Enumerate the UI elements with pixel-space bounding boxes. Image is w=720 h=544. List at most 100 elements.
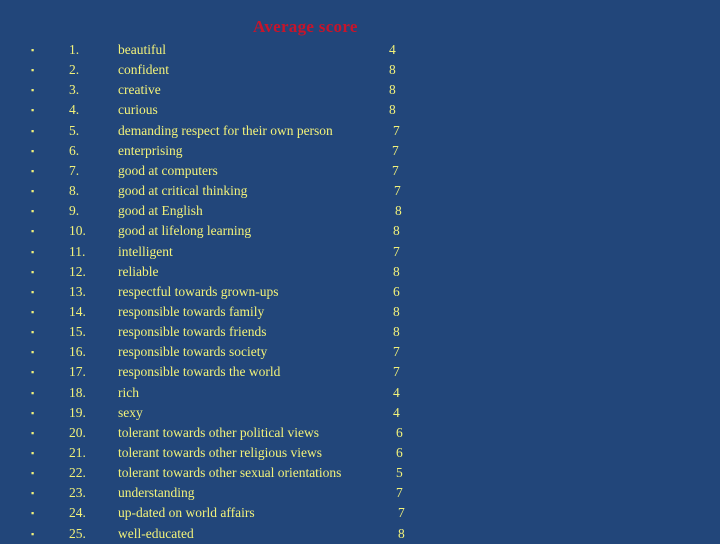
list-item: ▪ 18. rich 4: [0, 383, 720, 403]
item-label: responsible towards family: [118, 303, 265, 319]
item-score: 7: [393, 122, 400, 138]
item-number: 9.: [69, 203, 80, 219]
item-score: 6: [396, 445, 403, 460]
item-number: 1.: [69, 42, 80, 57]
item-score: 8: [389, 82, 396, 98]
bullet-icon: ▪: [31, 427, 35, 438]
item-score: 7: [394, 183, 401, 199]
item-score: 5: [396, 465, 403, 481]
list-item: ▪ 25. well-educated 8: [0, 524, 720, 544]
item-number: 3.: [69, 82, 80, 98]
item-label: responsible towards society: [118, 344, 268, 360]
item-label: creative: [118, 82, 161, 98]
list-item: ▪ 4. curious 8: [0, 100, 720, 120]
list-item: ▪ 14. responsible towards family 8: [0, 302, 720, 322]
bullet-icon: ▪: [31, 186, 35, 197]
list-item: ▪ 16. responsible towards society 7: [0, 342, 720, 362]
bullet-icon: ▪: [31, 528, 35, 539]
bullet-icon: ▪: [31, 65, 35, 76]
list-item: ▪ 12. reliable 8: [0, 262, 720, 282]
item-label: demanding respect for their own person: [118, 122, 333, 138]
item-number: 5.: [69, 122, 80, 138]
item-score: 7: [398, 505, 405, 521]
list-item: ▪ 9. good at English 8: [0, 201, 720, 221]
item-number: 21.: [69, 445, 86, 460]
item-number: 22.: [69, 465, 86, 481]
bullet-icon: ▪: [31, 448, 35, 458]
list-item: ▪ 11. intelligent 7: [0, 242, 720, 262]
item-score: 4: [393, 404, 400, 420]
item-label: tolerant towards other sexual orientatio…: [118, 465, 342, 481]
bullet-icon: ▪: [31, 125, 35, 136]
item-label: responsible towards friends: [118, 324, 267, 340]
list-item: ▪ 8. good at critical thinking 7: [0, 181, 720, 201]
item-number: 12.: [69, 263, 86, 279]
bullet-icon: ▪: [31, 488, 35, 499]
item-score: 7: [393, 243, 400, 259]
item-score: 7: [392, 162, 399, 178]
item-label: understanding: [118, 485, 195, 501]
item-score: 8: [393, 223, 400, 239]
bullet-icon: ▪: [31, 105, 35, 116]
item-score: 8: [393, 263, 400, 279]
item-score: 7: [393, 344, 400, 360]
list-item: ▪ 17. responsible towards the world 7: [0, 362, 720, 382]
bullet-icon: ▪: [31, 85, 35, 96]
list-item: ▪ 22. tolerant towards other sexual orie…: [0, 463, 720, 483]
bullet-icon: ▪: [31, 407, 35, 418]
list-item: ▪ 7. good at computers 7: [0, 161, 720, 181]
item-number: 18.: [69, 384, 86, 400]
item-label: up-dated on world affairs: [118, 505, 255, 521]
item-label: confident: [118, 62, 169, 78]
item-label: well-educated: [118, 525, 194, 541]
item-score: 6: [396, 424, 403, 440]
item-score: 8: [395, 203, 402, 219]
item-number: 14.: [69, 303, 86, 319]
item-label: respectful towards grown-ups: [118, 283, 279, 299]
item-number: 2.: [69, 62, 80, 78]
item-label: enterprising: [118, 142, 183, 158]
item-number: 8.: [69, 183, 80, 199]
list-item: ▪ 10. good at lifelong learning 8: [0, 221, 720, 241]
item-score: 8: [398, 525, 405, 541]
item-number: 17.: [69, 364, 86, 380]
bullet-icon: ▪: [31, 45, 35, 55]
item-number: 20.: [69, 424, 86, 440]
bullet-icon: ▪: [31, 468, 35, 479]
item-score: 6: [393, 283, 400, 299]
bullet-icon: ▪: [31, 206, 35, 217]
item-score: 7: [393, 364, 400, 380]
item-label: tolerant towards other religious views: [118, 445, 322, 460]
item-number: 16.: [69, 344, 86, 360]
item-score: 8: [389, 102, 396, 118]
item-label: curious: [118, 102, 158, 118]
bullet-icon: ▪: [31, 246, 35, 257]
bullet-icon: ▪: [31, 145, 35, 156]
list-item: ▪ 15. responsible towards friends 8: [0, 322, 720, 342]
item-number: 24.: [69, 505, 86, 521]
bullet-icon: ▪: [31, 508, 35, 519]
list-item: ▪ 24. up-dated on world affairs 7: [0, 503, 720, 523]
bullet-icon: ▪: [31, 286, 35, 297]
item-number: 4.: [69, 102, 80, 118]
item-score: 4: [393, 384, 400, 400]
item-score: 8: [393, 303, 400, 319]
list-item: ▪ 19. sexy 4: [0, 403, 720, 423]
list-item: ▪ 1. beautiful 4: [0, 40, 720, 60]
item-label: intelligent: [118, 243, 173, 259]
list-item: ▪ 23. understanding 7: [0, 483, 720, 503]
bullet-icon: ▪: [31, 306, 35, 317]
slide-title: Average score: [253, 17, 358, 36]
bullet-icon: ▪: [31, 266, 35, 277]
item-number: 25.: [69, 525, 86, 541]
list-item: ▪ 20. tolerant towards other political v…: [0, 423, 720, 443]
list-item: ▪ 5. demanding respect for their own per…: [0, 121, 720, 141]
item-number: 15.: [69, 324, 86, 340]
item-label: good at English: [118, 203, 203, 219]
item-score: 7: [396, 485, 403, 501]
bullet-icon: ▪: [31, 226, 35, 237]
item-number: 6.: [69, 142, 80, 158]
item-number: 19.: [69, 404, 86, 420]
item-number: 11.: [69, 243, 86, 259]
bullet-icon: ▪: [31, 347, 35, 358]
